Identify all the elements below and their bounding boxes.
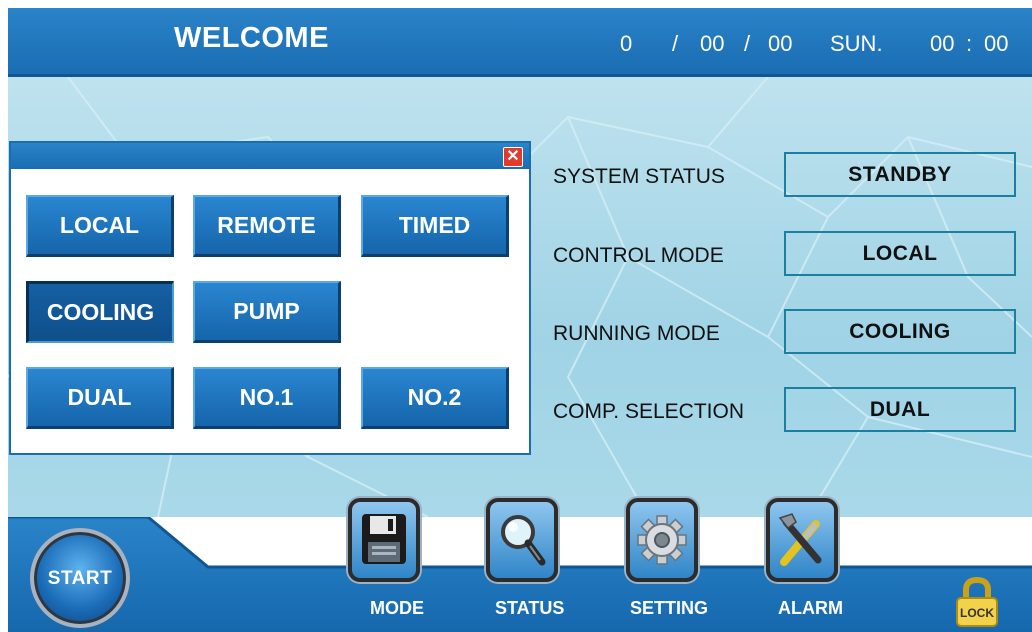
system-status-label: SYSTEM STATUS [553,165,725,188]
comp-selection-label: COMP. SELECTION [553,400,744,423]
tools-icon [778,513,822,566]
header-bar: WELCOME 0 / 00 / 00 SUN. 00 : 00 [8,8,1032,77]
comp-selection-value: DUAL [784,387,1016,432]
pump-button[interactable]: PUMP [193,281,341,343]
start-label: START [47,568,113,589]
gear-icon [637,515,687,565]
hmi-screen: WELCOME 0 / 00 / 00 SUN. 00 : 00 ✕ LOCAL… [0,0,1032,632]
running-mode-label: RUNNING MODE [553,322,720,345]
magnifier-icon [501,515,546,566]
setting-nav-label: SETTING [630,598,709,618]
status-nav-label: STATUS [495,598,565,618]
status-nav-button[interactable] [486,498,558,582]
alarm-nav-label: ALARM [778,598,843,618]
date-day: 00 [768,31,793,56]
mode-nav-button[interactable] [348,498,420,582]
remote-button[interactable]: REMOTE [193,195,341,257]
padlock-icon[interactable] [952,576,1002,628]
local-button[interactable]: LOCAL [26,195,174,257]
date-separator: / [672,31,679,56]
date-year: 0 [620,31,633,56]
control-mode-label: CONTROL MODE [553,244,724,267]
lock-label: LOCK [960,606,994,620]
no1-button[interactable]: NO.1 [193,367,341,429]
setting-nav-button[interactable] [626,498,698,582]
time-hour: 00 [930,31,955,56]
start-button[interactable]: START [30,528,130,628]
page-title: WELCOME [174,22,329,54]
close-icon[interactable]: ✕ [503,147,523,167]
timed-button[interactable]: TIMED [361,195,509,257]
time-separator: : [966,31,973,56]
floppy-disk-icon [362,514,406,564]
weekday: SUN. [830,31,883,56]
system-status-value: STANDBY [784,152,1016,197]
cooling-button[interactable]: COOLING [26,281,174,343]
alarm-nav-button[interactable] [766,498,838,582]
date-separator: / [744,31,751,56]
mode-nav-label: MODE [370,598,424,618]
running-mode-value: COOLING [784,309,1016,354]
dual-button[interactable]: DUAL [26,367,174,429]
time-minute: 00 [984,31,1009,56]
mode-dialog: ✕ LOCAL REMOTE TIMED COOLING PUMP DUAL N… [9,141,531,455]
control-mode-value: LOCAL [784,231,1016,276]
dialog-titlebar: ✕ [11,143,529,169]
no2-button[interactable]: NO.2 [361,367,509,429]
date-month: 00 [700,31,725,56]
